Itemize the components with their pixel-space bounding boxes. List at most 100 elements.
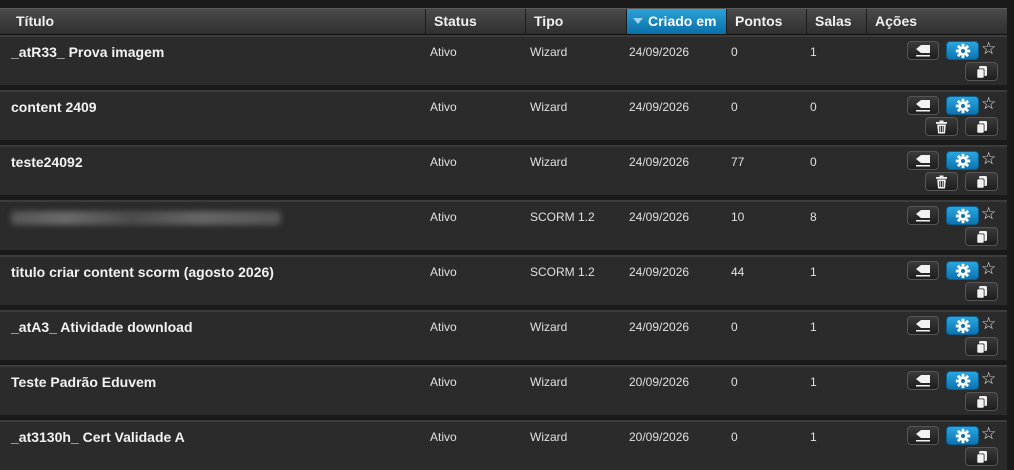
erase-button[interactable]	[907, 206, 939, 225]
duplicate-button[interactable]	[965, 447, 998, 466]
column-header-criado-em[interactable]: Criado em	[627, 9, 727, 34]
row-title[interactable]	[11, 209, 281, 228]
row-criado-em: 24/09/2026	[629, 265, 690, 279]
duplicate-button[interactable]	[965, 62, 998, 81]
settings-button[interactable]	[946, 316, 979, 335]
row-pontos: 44	[731, 265, 745, 279]
row-salas: 1	[810, 430, 817, 444]
row-pontos: 0	[731, 320, 738, 334]
table-row[interactable]: titulo criar content scorm (agosto 2026)…	[0, 255, 1007, 305]
table-row[interactable]: teste24092 Ativo Wizard 24/09/2026 77 0 ☆	[0, 145, 1007, 195]
row-tipo: SCORM 1.2	[530, 210, 595, 224]
column-header-tipo[interactable]: Tipo	[526, 9, 627, 34]
row-title-text: content 2409	[11, 99, 97, 115]
erase-button[interactable]	[907, 261, 939, 280]
delete-button[interactable]	[925, 172, 958, 191]
row-title[interactable]: titulo criar content scorm (agosto 2026)	[11, 264, 274, 280]
star-icon[interactable]: ☆	[981, 204, 996, 224]
row-title[interactable]: Teste Padrão Eduvem	[11, 374, 156, 390]
star-icon[interactable]: ☆	[981, 369, 996, 389]
row-title-text: _atA3_ Atividade download	[11, 319, 193, 335]
row-title[interactable]: _atR33_ Prova imagem	[11, 44, 164, 60]
eraser-icon	[914, 429, 932, 442]
row-tipo: Wizard	[530, 100, 568, 114]
row-tipo: SCORM 1.2	[530, 265, 595, 279]
row-title[interactable]: teste24092	[11, 154, 83, 170]
gear-icon	[955, 208, 971, 224]
row-title[interactable]: content 2409	[11, 99, 97, 115]
column-header-status[interactable]: Status	[426, 9, 526, 34]
copy-icon	[975, 65, 989, 79]
duplicate-button[interactable]	[965, 337, 998, 356]
row-criado-em: 24/09/2026	[629, 320, 690, 334]
table-row[interactable]: _atA3_ Atividade download Ativo Wizard 24/0…	[0, 310, 1007, 360]
row-criado-em: 24/09/2026	[629, 100, 690, 114]
star-icon[interactable]: ☆	[981, 259, 996, 279]
table-row[interactable]: _at3130h_ Cert Validade A Ativo Wizard 20/0…	[0, 420, 1007, 470]
erase-button[interactable]	[907, 41, 939, 60]
row-tipo: Wizard	[530, 375, 568, 389]
copy-icon	[975, 450, 989, 464]
row-pontos: 10	[731, 210, 745, 224]
settings-button[interactable]	[946, 206, 979, 225]
copy-icon	[975, 395, 989, 409]
column-header-pontos[interactable]: Pontos	[727, 9, 807, 34]
trash-icon	[935, 175, 948, 189]
row-criado-em: 24/09/2026	[629, 155, 690, 169]
row-title-text: _at3130h_ Cert Validade A	[11, 429, 185, 445]
duplicate-button[interactable]	[965, 282, 998, 301]
row-salas: 0	[810, 100, 817, 114]
copy-icon	[975, 120, 989, 134]
star-icon[interactable]: ☆	[981, 39, 996, 59]
row-title[interactable]: _at3130h_ Cert Validade A	[11, 429, 185, 445]
duplicate-button[interactable]	[965, 227, 998, 246]
table-row[interactable]: content 2409 Ativo Wizard 24/09/2026 0 0 ☆	[0, 90, 1007, 140]
row-title-text: Teste Padrão Eduvem	[11, 374, 157, 390]
erase-button[interactable]	[907, 96, 939, 115]
eraser-icon	[914, 44, 932, 57]
row-title[interactable]: _atA3_ Atividade download	[11, 319, 193, 335]
row-pontos: 0	[731, 100, 738, 114]
settings-button[interactable]	[946, 261, 979, 280]
duplicate-button[interactable]	[965, 117, 998, 136]
content-table: Título Status Tipo Criado em Pontos Sala…	[0, 0, 1014, 470]
row-criado-em: 24/09/2026	[629, 210, 690, 224]
settings-button[interactable]	[946, 96, 979, 115]
delete-button[interactable]	[925, 117, 958, 136]
row-pontos: 0	[731, 375, 738, 389]
erase-button[interactable]	[907, 426, 939, 445]
eraser-icon	[914, 374, 932, 387]
eraser-icon	[914, 209, 932, 222]
settings-button[interactable]	[946, 151, 979, 170]
row-status: Ativo	[430, 155, 457, 169]
eraser-icon	[914, 264, 932, 277]
column-header-title[interactable]: Título	[0, 9, 426, 34]
duplicate-button[interactable]	[965, 392, 998, 411]
star-icon[interactable]: ☆	[981, 149, 996, 169]
column-header-salas[interactable]: Salas	[807, 9, 867, 34]
table-row[interactable]: Ativo SCORM 1.2 24/09/2026 10 8 ☆	[0, 200, 1007, 250]
table-row[interactable]: Teste Padrão Eduvem Ativo Wizard 20/09/2026…	[0, 365, 1007, 415]
erase-button[interactable]	[907, 316, 939, 335]
row-salas: 8	[810, 210, 817, 224]
table-row[interactable]: _atR33_ Prova imagem Ativo Wizard 24/09/202…	[0, 35, 1007, 85]
erase-button[interactable]	[907, 371, 939, 390]
star-icon[interactable]: ☆	[981, 94, 996, 114]
duplicate-button[interactable]	[965, 172, 998, 191]
row-salas: 1	[810, 320, 817, 334]
settings-button[interactable]	[946, 426, 979, 445]
star-icon[interactable]: ☆	[981, 314, 996, 334]
copy-icon	[975, 230, 989, 244]
star-icon[interactable]: ☆	[981, 424, 996, 444]
gear-icon	[955, 43, 971, 59]
settings-button[interactable]	[946, 371, 979, 390]
erase-button[interactable]	[907, 151, 939, 170]
row-status: Ativo	[430, 210, 457, 224]
column-header-criado-label: Criado em	[648, 13, 717, 29]
settings-button[interactable]	[946, 41, 979, 60]
row-tipo: Wizard	[530, 155, 568, 169]
row-pontos: 0	[731, 45, 738, 59]
sort-desc-icon	[633, 18, 643, 25]
column-header-acoes: Ações	[875, 13, 918, 29]
row-title-text: _atR33_ Prova imagem	[11, 44, 165, 60]
